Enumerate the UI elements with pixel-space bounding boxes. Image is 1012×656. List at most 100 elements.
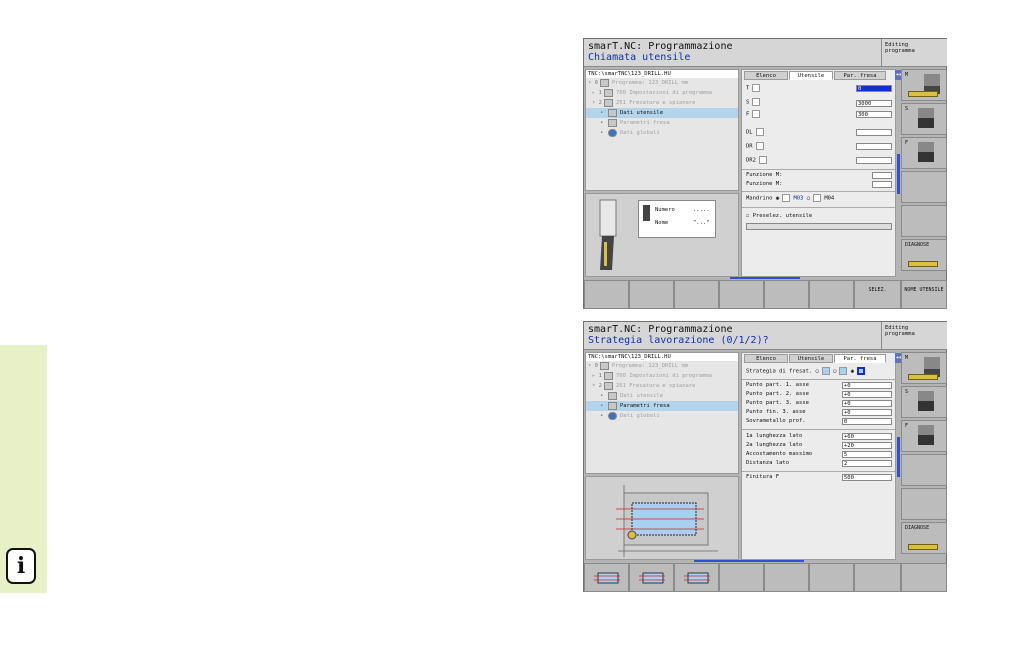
softkey-empty-5[interactable] bbox=[901, 488, 947, 520]
radio-m03[interactable]: ◉ bbox=[776, 196, 779, 202]
softkey-f[interactable]: F bbox=[901, 420, 947, 452]
right-softkeys: M S F DIAGNOSE bbox=[901, 69, 947, 273]
globe-icon bbox=[608, 129, 617, 137]
tab-elenco[interactable]: Elenco bbox=[744, 354, 788, 363]
tab-par-fresa[interactable]: Par. fresa bbox=[834, 71, 886, 80]
tab-par-fresa[interactable]: Par. fresa bbox=[834, 354, 886, 363]
feed-icon[interactable] bbox=[752, 110, 761, 118]
m-function-1-label: Funzione M: bbox=[746, 172, 783, 178]
softkey-diagnose-label: DIAGNOSE bbox=[905, 242, 930, 248]
max-stepover-input[interactable]: 5 bbox=[842, 451, 892, 458]
tree-item[interactable]: ▹ 1 700 Impostazioni di programma bbox=[586, 371, 738, 381]
yellow-bar-icon bbox=[908, 544, 938, 550]
softkey-empty-5[interactable] bbox=[901, 205, 947, 237]
softkey-f[interactable]: F bbox=[901, 137, 947, 169]
dr-input[interactable] bbox=[856, 143, 892, 150]
softkey-select-label: SELEZ. bbox=[868, 287, 887, 293]
softkey-diagnose[interactable]: DIAGNOSE bbox=[901, 522, 947, 554]
softkey-bottom-5[interactable] bbox=[764, 280, 809, 309]
tab-utensile[interactable]: Utensile bbox=[789, 354, 833, 363]
start-point-axis3-input[interactable]: +0 bbox=[842, 400, 892, 407]
softkey-bottom-7[interactable] bbox=[854, 563, 901, 592]
strategy-label: Strategia di fresat. bbox=[746, 368, 813, 375]
start-point-axis2-input[interactable]: +0 bbox=[842, 391, 892, 398]
tree-item[interactable]: • Dati globali bbox=[586, 128, 738, 138]
tree-item[interactable]: ▿ 2 251 Fresatura e spianare bbox=[586, 381, 738, 391]
finishing-feed-input[interactable]: 500 bbox=[842, 474, 892, 481]
s-label: S bbox=[746, 99, 750, 106]
tree-item-selected[interactable]: • Dati utensile bbox=[586, 108, 738, 118]
softkey-bottom-4[interactable] bbox=[719, 280, 764, 309]
side-distance-input[interactable]: 2 bbox=[842, 460, 892, 467]
side-length-1-input[interactable]: +60 bbox=[842, 433, 892, 440]
side-length-1-label: 1a lunghezza lato bbox=[746, 433, 803, 439]
softkey-bottom-6[interactable] bbox=[809, 280, 854, 309]
s-input[interactable]: 3000 bbox=[856, 100, 892, 107]
tree-item[interactable]: • Parametri fresa bbox=[586, 118, 738, 128]
end-point-axis3-input[interactable]: +0 bbox=[842, 409, 892, 416]
softkey-bottom-1[interactable] bbox=[584, 280, 629, 309]
divider bbox=[742, 207, 895, 208]
t-input[interactable]: 0 bbox=[856, 85, 892, 92]
softkey-s-label: S bbox=[905, 389, 909, 395]
start-point-axis1-input[interactable]: +0 bbox=[842, 382, 892, 389]
m-function-1-input[interactable] bbox=[872, 172, 892, 179]
softkey-bottom-2[interactable] bbox=[629, 280, 674, 309]
softkey-s[interactable]: S bbox=[901, 386, 947, 418]
dl-row: DL bbox=[746, 128, 764, 137]
feed-axis-icon bbox=[918, 425, 934, 445]
strategy-radio-1[interactable]: ○ bbox=[833, 369, 836, 375]
m-function-2-input[interactable] bbox=[872, 181, 892, 188]
softkey-select[interactable]: SELEZ. bbox=[854, 280, 901, 309]
softkey-strategy-0[interactable] bbox=[584, 563, 629, 592]
spindle-speed-icon[interactable] bbox=[752, 98, 761, 106]
dr-label: DR bbox=[746, 143, 753, 150]
tree-item[interactable]: • Dati utensile bbox=[586, 391, 738, 401]
numero-value: ..... bbox=[693, 207, 710, 213]
softkey-strategy-1[interactable] bbox=[629, 563, 674, 592]
scrollbar[interactable] bbox=[897, 154, 900, 194]
softkey-bottom-6[interactable] bbox=[809, 563, 854, 592]
scrollbar[interactable] bbox=[897, 437, 900, 477]
dr2-input[interactable] bbox=[856, 157, 892, 164]
file-path: TNC:\smarTNC\123_DRILL.HU bbox=[586, 70, 738, 78]
preselect-input[interactable] bbox=[746, 223, 892, 230]
softkey-bottom-3[interactable] bbox=[674, 280, 719, 309]
progress-line bbox=[694, 560, 804, 562]
dl-input[interactable] bbox=[856, 129, 892, 136]
softkey-m[interactable]: M bbox=[901, 352, 947, 384]
tree-item[interactable]: ▿ 0 Programma: 123_DRILL mm bbox=[586, 78, 738, 88]
softkey-bottom-4[interactable] bbox=[719, 563, 764, 592]
start-point-axis2-label: Punto part. 2. asse bbox=[746, 391, 809, 397]
preselect-checkbox[interactable]: ☐ bbox=[746, 213, 749, 219]
tab-utensile[interactable]: Utensile bbox=[789, 71, 833, 80]
softkey-diagnose[interactable]: DIAGNOSE bbox=[901, 239, 947, 271]
strategy-radio-0[interactable]: ○ bbox=[816, 369, 819, 375]
softkey-bottom-5[interactable] bbox=[764, 563, 809, 592]
numero-label: Numero bbox=[655, 207, 675, 213]
softkey-tool-name[interactable]: NOME UTENSILE bbox=[901, 280, 947, 309]
tool-table-icon[interactable] bbox=[752, 84, 761, 92]
tool-icon bbox=[608, 109, 617, 117]
side-length-2-input[interactable]: +20 bbox=[842, 442, 892, 449]
tab-elenco[interactable]: Elenco bbox=[744, 71, 788, 80]
softkey-empty-4[interactable] bbox=[901, 454, 947, 486]
tool-icon bbox=[608, 392, 617, 400]
spindle-icon bbox=[918, 108, 934, 128]
softkey-empty-4[interactable] bbox=[901, 171, 947, 203]
tree-item[interactable]: ▿ 2 251 Fresatura e spianare bbox=[586, 98, 738, 108]
softkey-bottom-8[interactable] bbox=[901, 563, 947, 592]
f-input[interactable]: 300 bbox=[856, 111, 892, 118]
bottom-softkeys: SELEZ. NOME UTENSILE bbox=[584, 280, 947, 309]
softkey-strategy-2[interactable] bbox=[674, 563, 719, 592]
tree-item-selected[interactable]: • Parametri fresa bbox=[586, 401, 738, 411]
tree-item[interactable]: ▹ 1 700 Impostazioni di programma bbox=[586, 88, 738, 98]
strategy-radio-2[interactable]: ◉ bbox=[851, 369, 854, 375]
tree-item[interactable]: ▿ 0 Programma: 123_DRILL mm bbox=[586, 361, 738, 371]
softkey-m[interactable]: M bbox=[901, 69, 947, 101]
softkey-s[interactable]: S bbox=[901, 103, 947, 135]
depth-allowance-input[interactable]: 0 bbox=[842, 418, 892, 425]
info-icon[interactable]: i bbox=[6, 548, 36, 584]
tree-item[interactable]: • Dati globali bbox=[586, 411, 738, 421]
radio-m04[interactable]: ○ bbox=[807, 196, 810, 202]
